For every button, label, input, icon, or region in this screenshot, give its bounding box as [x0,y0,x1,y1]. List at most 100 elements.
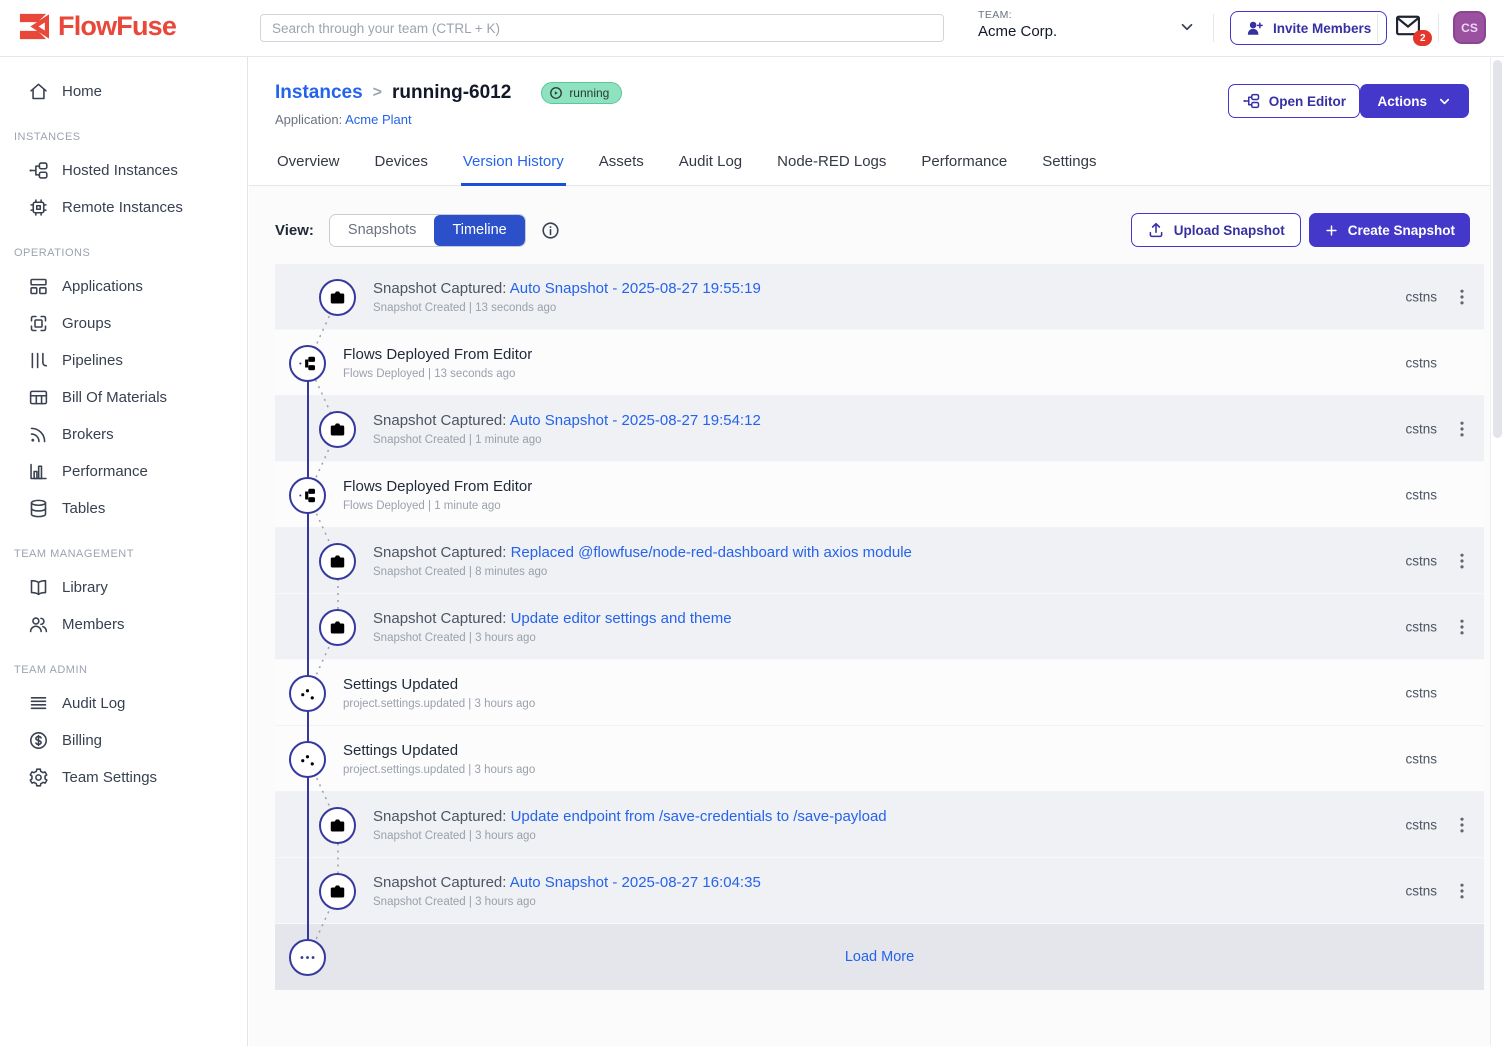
tab-devices[interactable]: Devices [373,144,430,186]
tab-assets[interactable]: Assets [597,144,646,186]
sidebar-section-instances: INSTANCES [0,110,247,152]
header-divider [1377,14,1378,42]
toggle-snapshots[interactable]: Snapshots [330,215,435,246]
sidebar-item-library[interactable]: Library [0,569,247,606]
breadcrumb-separator: > [373,84,382,102]
sidebar-item-label: Remote Instances [62,199,183,216]
timeline-row-title: Snapshot Captured: Replaced @flowfuse/no… [373,544,1484,561]
sidebar-item-label: Bill Of Materials [62,389,167,406]
snapshot-title-prefix: Snapshot Captured: [373,412,510,429]
timeline-row-user: cstns [1405,620,1437,635]
flowfuse-logo[interactable]: FlowFuse [18,11,176,42]
breadcrumb-instances-link[interactable]: Instances [275,82,363,104]
kebab-menu-icon[interactable] [1452,881,1472,901]
invite-members-button[interactable]: Invite Members [1230,11,1387,45]
user-avatar[interactable]: CS [1453,11,1486,44]
instance-name: running-6012 [392,82,511,104]
snapshot-title-prefix: Snapshot Captured: [373,544,511,561]
snapshot-link[interactable]: Auto Snapshot - 2025-08-27 19:55:19 [510,280,761,297]
kebab-menu-icon[interactable] [1452,551,1472,571]
team-selector[interactable]: TEAM: Acme Corp. [978,9,1057,40]
timeline-row-title: Settings Updated [343,676,1484,693]
sliders-icon [289,675,326,712]
kebab-menu-icon[interactable] [1452,815,1472,835]
sidebar-item-label: Pipelines [62,352,123,369]
status-label: running [569,86,609,100]
sidebar-section-operations: OPERATIONS [0,226,247,268]
camera-icon [319,873,356,910]
sidebar-item-label: Audit Log [62,695,125,712]
sidebar-item-brokers[interactable]: Brokers [0,416,247,453]
snapshot-link[interactable]: Auto Snapshot - 2025-08-27 16:04:35 [510,874,761,891]
timeline-row-user: cstns [1405,488,1437,503]
timeline-row-user: cstns [1405,290,1437,305]
sidebar-item-groups[interactable]: Groups [0,305,247,342]
timeline-row-user: cstns [1405,554,1437,569]
notifications-button[interactable]: 2 [1394,14,1422,38]
sidebar-item-label: Groups [62,315,111,332]
timeline-row-snapshot: Snapshot Captured: Update endpoint from … [275,792,1484,858]
timeline-row-snapshot: Snapshot Captured: Auto Snapshot - 2025-… [275,396,1484,462]
kebab-menu-icon[interactable] [1452,419,1472,439]
timeline-row-settings: Settings Updatedproject.settings.updated… [275,660,1484,726]
info-icon[interactable] [541,221,560,240]
tab-overview[interactable]: Overview [275,144,342,186]
upload-snapshot-label: Upload Snapshot [1174,223,1285,238]
sidebar-item-label: Brokers [62,426,114,443]
page-scrollbar[interactable] [1490,57,1504,1046]
timeline-row-snapshot: Snapshot Captured: Replaced @flowfuse/no… [275,528,1484,594]
sidebar-item-remote-instances[interactable]: Remote Instances [0,189,247,226]
chip-group-icon [28,313,49,334]
tab-performance[interactable]: Performance [919,144,1009,186]
sidebar-item-label: Hosted Instances [62,162,178,179]
sidebar-item-tables[interactable]: Tables [0,490,247,527]
tab-node-red-logs[interactable]: Node-RED Logs [775,144,888,186]
snapshot-link[interactable]: Update editor settings and theme [511,610,732,627]
snapshot-link[interactable]: Auto Snapshot - 2025-08-27 19:54:12 [510,412,761,429]
camera-icon [319,543,356,580]
chevron-down-icon [1437,94,1452,109]
open-editor-button[interactable]: Open Editor [1228,84,1360,118]
camera-icon [319,609,356,646]
kebab-menu-icon[interactable] [1452,287,1472,307]
kebab-menu-icon[interactable] [1452,617,1472,637]
timeline-row-title: Snapshot Captured: Auto Snapshot - 2025-… [373,412,1484,429]
timeline-row-snapshot: Snapshot Captured: Auto Snapshot - 2025-… [275,858,1484,924]
sidebar-item-audit-log[interactable]: Audit Log [0,685,247,722]
flowfuse-logo-icon [18,11,49,42]
team-search-input[interactable] [260,14,944,42]
upload-snapshot-button[interactable]: Upload Snapshot [1131,213,1301,247]
tab-audit-log[interactable]: Audit Log [677,144,744,186]
timeline-row-deploy: Flows Deployed From EditorFlows Deployed… [275,330,1484,396]
team-chevron-down-icon[interactable] [1178,18,1196,36]
chip-icon [28,197,49,218]
snapshot-link[interactable]: Replaced @flowfuse/node-red-dashboard wi… [511,544,912,561]
book-icon [28,577,49,598]
sidebar-item-performance[interactable]: Performance [0,453,247,490]
create-snapshot-button[interactable]: Create Snapshot [1309,213,1470,247]
application-link[interactable]: Acme Plant [345,112,411,127]
sidebar-item-home[interactable]: Home [0,73,247,110]
sidebar-item-hosted-instances[interactable]: Hosted Instances [0,152,247,189]
actions-button[interactable]: Actions [1360,84,1469,118]
top-bar: FlowFuse TEAM: Acme Corp. Invite Members… [0,0,1504,57]
timeline-row-title: Snapshot Captured: Update editor setting… [373,610,1484,627]
load-more-link[interactable]: Load More [845,949,914,965]
sidebar-item-billing[interactable]: Billing [0,722,247,759]
sidebar-nav: HomeINSTANCES Hosted Instances Remote Inst… [0,57,248,1046]
timeline-row-user: cstns [1405,752,1437,767]
sidebar-item-pipelines[interactable]: Pipelines [0,342,247,379]
snapshot-link[interactable]: Update endpoint from /save-credentials t… [511,808,887,825]
tab-version-history[interactable]: Version History [461,144,566,186]
tab-settings[interactable]: Settings [1040,144,1098,186]
bar-chart-icon [28,461,49,482]
sidebar-item-members[interactable]: Members [0,606,247,643]
create-snapshot-label: Create Snapshot [1348,223,1455,238]
sidebar-item-team-settings[interactable]: Team Settings [0,759,247,796]
sliders-icon [289,741,326,778]
sidebar-item-applications[interactable]: Applications [0,268,247,305]
sidebar-item-bill-of-materials[interactable]: Bill Of Materials [0,379,247,416]
toggle-timeline[interactable]: Timeline [434,215,524,246]
scrollbar-thumb[interactable] [1493,60,1502,438]
timeline-row-meta: Snapshot Created | 3 hours ago [373,896,1484,908]
